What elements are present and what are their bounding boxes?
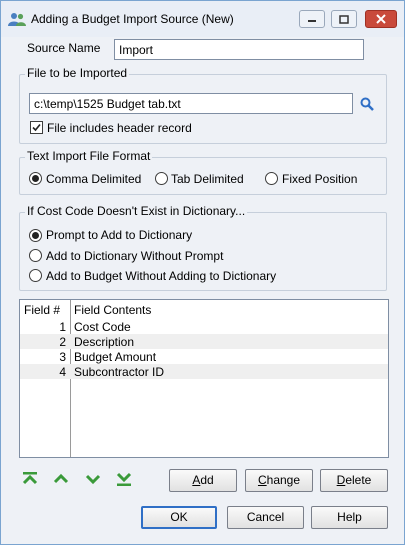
move-up-icon[interactable]	[52, 471, 70, 487]
row-contents: Description	[74, 335, 135, 349]
add-without-prompt-label: Add to Dictionary Without Prompt	[46, 249, 224, 263]
minimize-icon	[308, 20, 316, 22]
cost-code-group-label: If Cost Code Doesn't Exist in Dictionary…	[25, 204, 248, 218]
move-to-bottom-icon[interactable]	[115, 471, 133, 487]
field-number-header: Field #	[24, 303, 61, 317]
list-row[interactable]: 4 Subcontractor ID	[20, 364, 388, 379]
change-button[interactable]: Change	[245, 469, 313, 492]
delete-label-post: elete	[345, 473, 372, 487]
change-label-mnemonic: C	[257, 473, 267, 487]
users-icon	[8, 13, 26, 26]
add-button[interactable]: Add	[169, 469, 237, 492]
list-row[interactable]: 1 Cost Code	[20, 319, 388, 334]
header-record-checkbox[interactable]	[30, 121, 43, 134]
radio-comma-delimited[interactable]	[29, 172, 42, 185]
field-contents-header: Field Contents	[74, 303, 152, 317]
search-icon[interactable]	[360, 97, 374, 111]
minimize-button[interactable]	[299, 10, 325, 28]
file-import-group-label: File to be Imported	[25, 66, 130, 80]
row-number: 1	[59, 320, 66, 334]
source-name-input[interactable]: Import	[114, 39, 364, 60]
change-label-post: hange	[266, 473, 301, 487]
row-contents: Budget Amount	[74, 350, 157, 364]
maximize-icon	[339, 14, 349, 24]
list-row[interactable]: 2 Description	[20, 334, 388, 349]
tab-delimited-label: Tab Delimited	[171, 172, 244, 186]
window-title: Adding a Budget Import Source (New)	[31, 12, 234, 26]
move-down-icon[interactable]	[84, 471, 102, 487]
delete-label-mnemonic: D	[336, 473, 346, 487]
field-list[interactable]: Field # Field Contents 1 Cost Code 2 Des…	[19, 299, 389, 458]
format-group-label: Text Import File Format	[25, 149, 153, 163]
move-to-top-icon[interactable]	[21, 471, 39, 487]
cancel-button[interactable]: Cancel	[227, 506, 304, 529]
file-path-input[interactable]: c:\temp\1525 Budget tab.txt	[29, 93, 353, 114]
ok-button[interactable]: OK	[141, 506, 217, 529]
radio-tab-delimited[interactable]	[155, 172, 168, 185]
row-number: 2	[59, 335, 66, 349]
row-contents: Subcontractor ID	[74, 365, 165, 379]
help-button[interactable]: Help	[311, 506, 388, 529]
list-row[interactable]: 3 Budget Amount	[20, 349, 388, 364]
title-bar[interactable]: Adding a Budget Import Source (New)	[1, 1, 404, 37]
radio-fixed-position[interactable]	[265, 172, 278, 185]
row-number: 3	[59, 350, 66, 364]
prompt-add-label: Prompt to Add to Dictionary	[46, 228, 193, 242]
add-budget-only-label: Add to Budget Without Adding to Dictiona…	[46, 269, 277, 283]
radio-add-budget-only[interactable]	[29, 269, 42, 282]
close-icon	[376, 14, 386, 24]
maximize-button[interactable]	[331, 10, 357, 28]
radio-add-without-prompt[interactable]	[29, 249, 42, 262]
fixed-position-label: Fixed Position	[282, 172, 358, 186]
source-name-label: Source Name	[27, 41, 101, 55]
add-label-post: dd	[200, 473, 214, 487]
row-contents: Cost Code	[74, 320, 131, 334]
delete-button[interactable]: Delete	[320, 469, 388, 492]
header-record-label: File includes header record	[47, 121, 192, 135]
checkmark-icon	[32, 123, 41, 132]
radio-prompt-add[interactable]	[29, 229, 42, 242]
row-number: 4	[59, 365, 66, 379]
close-button[interactable]	[365, 10, 397, 28]
dialog-window: Adding a Budget Import Source (New) Sour…	[0, 0, 405, 545]
comma-delimited-label: Comma Delimited	[46, 172, 142, 186]
